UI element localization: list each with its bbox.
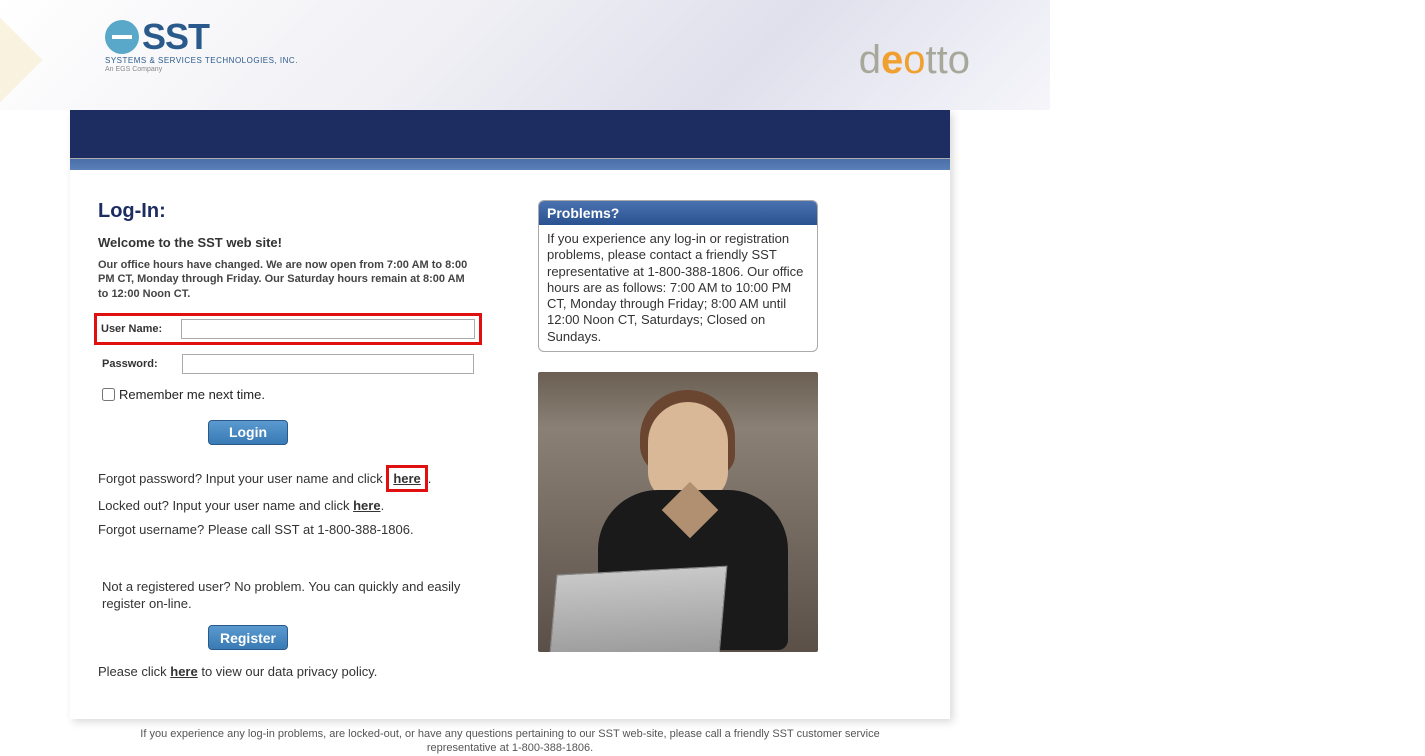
privacy-line: Please click here to view our data priva…	[98, 664, 478, 679]
privacy-pre: Please click	[98, 664, 170, 679]
forgot-password-pre: Forgot password? Input your user name an…	[98, 471, 386, 486]
partner-tto: tto	[926, 38, 970, 82]
login-button[interactable]: Login	[208, 420, 288, 445]
problems-body: If you experience any log-in or registra…	[539, 225, 817, 351]
footer-text: If you experience any log-in problems, a…	[70, 719, 950, 756]
register-button[interactable]: Register	[208, 625, 288, 650]
stock-image	[538, 372, 818, 652]
login-title: Log-In:	[98, 200, 478, 223]
partner-logo: deotto	[859, 38, 970, 83]
forgot-password-post: .	[428, 471, 432, 486]
sst-logo-icon	[105, 20, 139, 54]
welcome-text: Welcome to the SST web site!	[98, 235, 478, 250]
locked-post: .	[381, 498, 385, 513]
remember-row: Remember me next time.	[102, 387, 478, 402]
privacy-post: to view our data privacy policy.	[198, 664, 378, 679]
partner-e: e	[881, 38, 903, 82]
office-hours-text: Our office hours have changed. We are no…	[98, 258, 478, 301]
info-column: Problems? If you experience any log-in o…	[538, 200, 818, 679]
locked-out-link[interactable]: here	[353, 498, 380, 513]
password-input[interactable]	[182, 354, 474, 374]
locked-out-line: Locked out? Input your user name and cli…	[98, 496, 478, 516]
forgot-password-link[interactable]: here	[393, 471, 420, 486]
privacy-link[interactable]: here	[170, 664, 197, 679]
page-header: SST SYSTEMS & SERVICES TECHNOLOGIES, INC…	[0, 0, 1050, 110]
problems-box: Problems? If you experience any log-in o…	[538, 200, 818, 352]
not-registered-text: Not a registered user? No problem. You c…	[98, 579, 478, 613]
main-panel: Log-In: Welcome to the SST web site! Our…	[70, 110, 950, 719]
sst-logo-sub1: SYSTEMS & SERVICES TECHNOLOGIES, INC.	[105, 56, 298, 65]
username-row: User Name:	[94, 313, 482, 345]
password-row: Password:	[98, 351, 478, 377]
remember-label: Remember me next time.	[119, 387, 265, 402]
sst-logo-text: SST	[142, 16, 209, 58]
login-column: Log-In: Welcome to the SST web site! Our…	[98, 200, 478, 679]
password-label: Password:	[102, 358, 182, 370]
username-input[interactable]	[181, 319, 475, 339]
nav-bar	[70, 110, 950, 158]
partner-d: d	[859, 38, 881, 82]
sst-logo-sub2: An EGS Company	[105, 66, 162, 73]
remember-checkbox[interactable]	[102, 388, 115, 401]
problems-header: Problems?	[539, 201, 817, 225]
partner-o: o	[903, 38, 925, 82]
locked-pre: Locked out? Input your user name and cli…	[98, 498, 353, 513]
forgot-password-line: Forgot password? Input your user name an…	[98, 465, 478, 493]
header-decoration	[0, 18, 42, 103]
username-label: User Name:	[101, 323, 181, 335]
nav-thin-bar	[70, 158, 950, 170]
sst-logo: SST SYSTEMS & SERVICES TECHNOLOGIES, INC…	[105, 16, 298, 73]
forgot-username-line: Forgot username? Please call SST at 1-80…	[98, 520, 478, 540]
